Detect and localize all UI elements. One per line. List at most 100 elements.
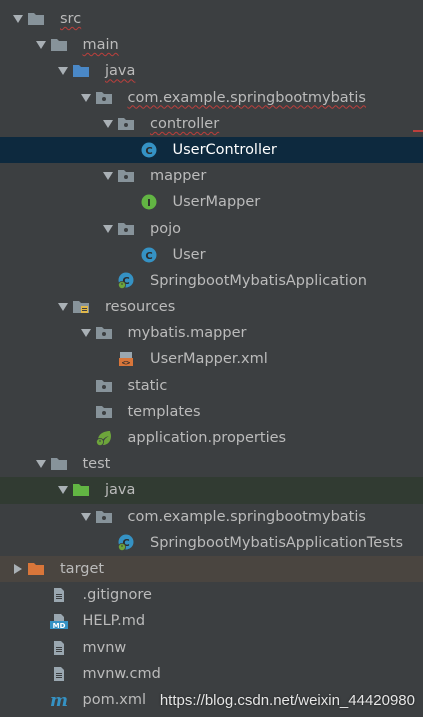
package-icon [117,221,135,237]
tree-node-label: static [127,377,168,394]
tree-node-main[interactable]: main [0,32,423,58]
tree-node-usermapper[interactable]: I UserMapper [0,189,423,215]
tree-node-help-md[interactable]: MD HELP.md [0,608,423,634]
tree-node-label: pojo [150,220,181,237]
tree-node-usercontroller[interactable]: C UserController [0,136,423,164]
tree-node-label: java [105,63,136,80]
tree-node-label: User [172,246,206,263]
class-icon: C [140,247,158,263]
excluded-folder-icon [27,561,45,577]
tree-node-usermapper-xml[interactable]: <> UserMapper.xml [0,346,423,372]
tree-node-java[interactable]: java [0,477,423,504]
resources-folder-icon [72,299,90,315]
text-file-icon [50,666,68,682]
svg-text:I: I [147,198,151,209]
md-file-icon: MD [49,613,68,630]
tree-node-static[interactable]: static [0,373,423,399]
tree-node-label: com.example.springbootmybatis [127,508,366,525]
package-icon [95,325,113,341]
package-icon [95,404,113,420]
svg-text:<>: <> [122,359,130,367]
chevron-down-icon[interactable] [79,504,93,530]
chevron-down-icon[interactable] [11,6,25,32]
tree-node-controller[interactable]: controller [0,111,423,137]
svg-text:m: m [50,692,68,708]
spring-properties-icon [95,430,113,446]
svg-text:MD: MD [52,622,65,629]
tree-node-user[interactable]: C User [0,242,423,268]
chevron-down-icon[interactable] [101,163,115,189]
tree-node-com-example-springbootmybatis[interactable]: com.example.springbootmybatis [0,85,423,111]
tree-node-application-properties[interactable]: application.properties [0,425,423,451]
tree-node-mvnw[interactable]: mvnw [0,635,423,661]
chevron-down-icon[interactable] [101,111,115,137]
chevron-down-icon[interactable] [56,477,70,503]
package-icon [117,168,135,184]
package-icon [117,116,135,132]
tree-node-label: controller [150,115,220,132]
source-folder-icon [72,63,90,79]
tree-node-pojo[interactable]: pojo [0,216,423,242]
tree-node-label: SpringbootMybatisApplicationTests [150,534,403,551]
chevron-down-icon[interactable] [56,294,70,320]
chevron-right-icon[interactable] [11,556,25,582]
tree-node-label: com.example.springbootmybatis [127,89,366,106]
tree-node-label: HELP.md [82,613,146,630]
package-icon [95,90,113,106]
tree-node-target[interactable]: target [0,555,423,583]
tree-node-templates[interactable]: templates [0,399,423,425]
tree-node-gitignore[interactable]: .gitignore [0,582,423,608]
tree-node-springbootmybatisapplication[interactable]: C SpringbootMybatisApplication [0,268,423,294]
chevron-down-icon[interactable] [79,320,93,346]
tree-node-mvnw-cmd[interactable]: mvnw.cmd [0,661,423,687]
tree-node-mapper[interactable]: mapper [0,163,423,189]
svg-text:C: C [145,251,152,262]
spring-class-icon: C [117,534,135,551]
tree-node-label: pom.xml [82,691,147,708]
tree-node-com-example-springbootmybatis[interactable]: com.example.springbootmybatis [0,504,423,530]
tree-node-label: SpringbootMybatisApplication [150,272,367,289]
watermark: https://blog.csdn.net/weixin_44420980 [159,692,415,709]
folder-icon [50,37,68,53]
tree-node-label: src [60,11,82,27]
tree-node-label: UserMapper [172,194,261,211]
tree-node-label: mvnw [82,639,127,656]
error-stripe-mark [413,130,423,132]
chevron-down-icon[interactable] [101,216,115,242]
test-folder-icon [72,482,90,498]
interface-icon: I [140,194,158,210]
tree-node-mybatis-mapper[interactable]: mybatis.mapper [0,320,423,346]
tree-node-label: application.properties [127,430,287,446]
tree-node-java[interactable]: java [0,58,423,84]
tree-node-label: resources [105,299,176,316]
folder-icon [50,456,68,472]
spring-class-icon: C [117,272,135,289]
tree-node-label: mapper [150,168,207,185]
tree-node-label: java [105,482,136,499]
chevron-down-icon[interactable] [79,85,93,111]
tree-node-label: test [82,456,111,473]
tree-node-label: .gitignore [82,587,152,604]
class-icon: C [140,142,158,158]
tree-node-springbootmybatisapplicationtests[interactable]: C SpringbootMybatisApplicationTests [0,530,423,556]
text-file-icon [50,587,68,603]
text-file-icon [50,640,68,656]
svg-text:C: C [145,146,152,157]
tree-node-resources[interactable]: resources [0,294,423,320]
tree-node-label: main [82,37,119,54]
tree-node-label: templates [127,403,201,420]
maven-file-icon: m [50,692,68,708]
chevron-down-icon[interactable] [34,451,48,477]
chevron-down-icon[interactable] [34,32,48,58]
package-icon [95,509,113,525]
project-tree: src main java com.example.springbootmybatis… [0,6,423,713]
tree-node-label: mybatis.mapper [127,325,247,342]
folder-icon [27,11,45,27]
xml-file-icon: <> [117,351,135,367]
tree-node-test[interactable]: test [0,451,423,477]
tree-node-label: UserController [172,141,277,158]
tree-node-src[interactable]: src [0,6,423,32]
package-icon [95,378,113,394]
chevron-down-icon[interactable] [56,58,70,84]
tree-node-label: mvnw.cmd [82,665,161,682]
